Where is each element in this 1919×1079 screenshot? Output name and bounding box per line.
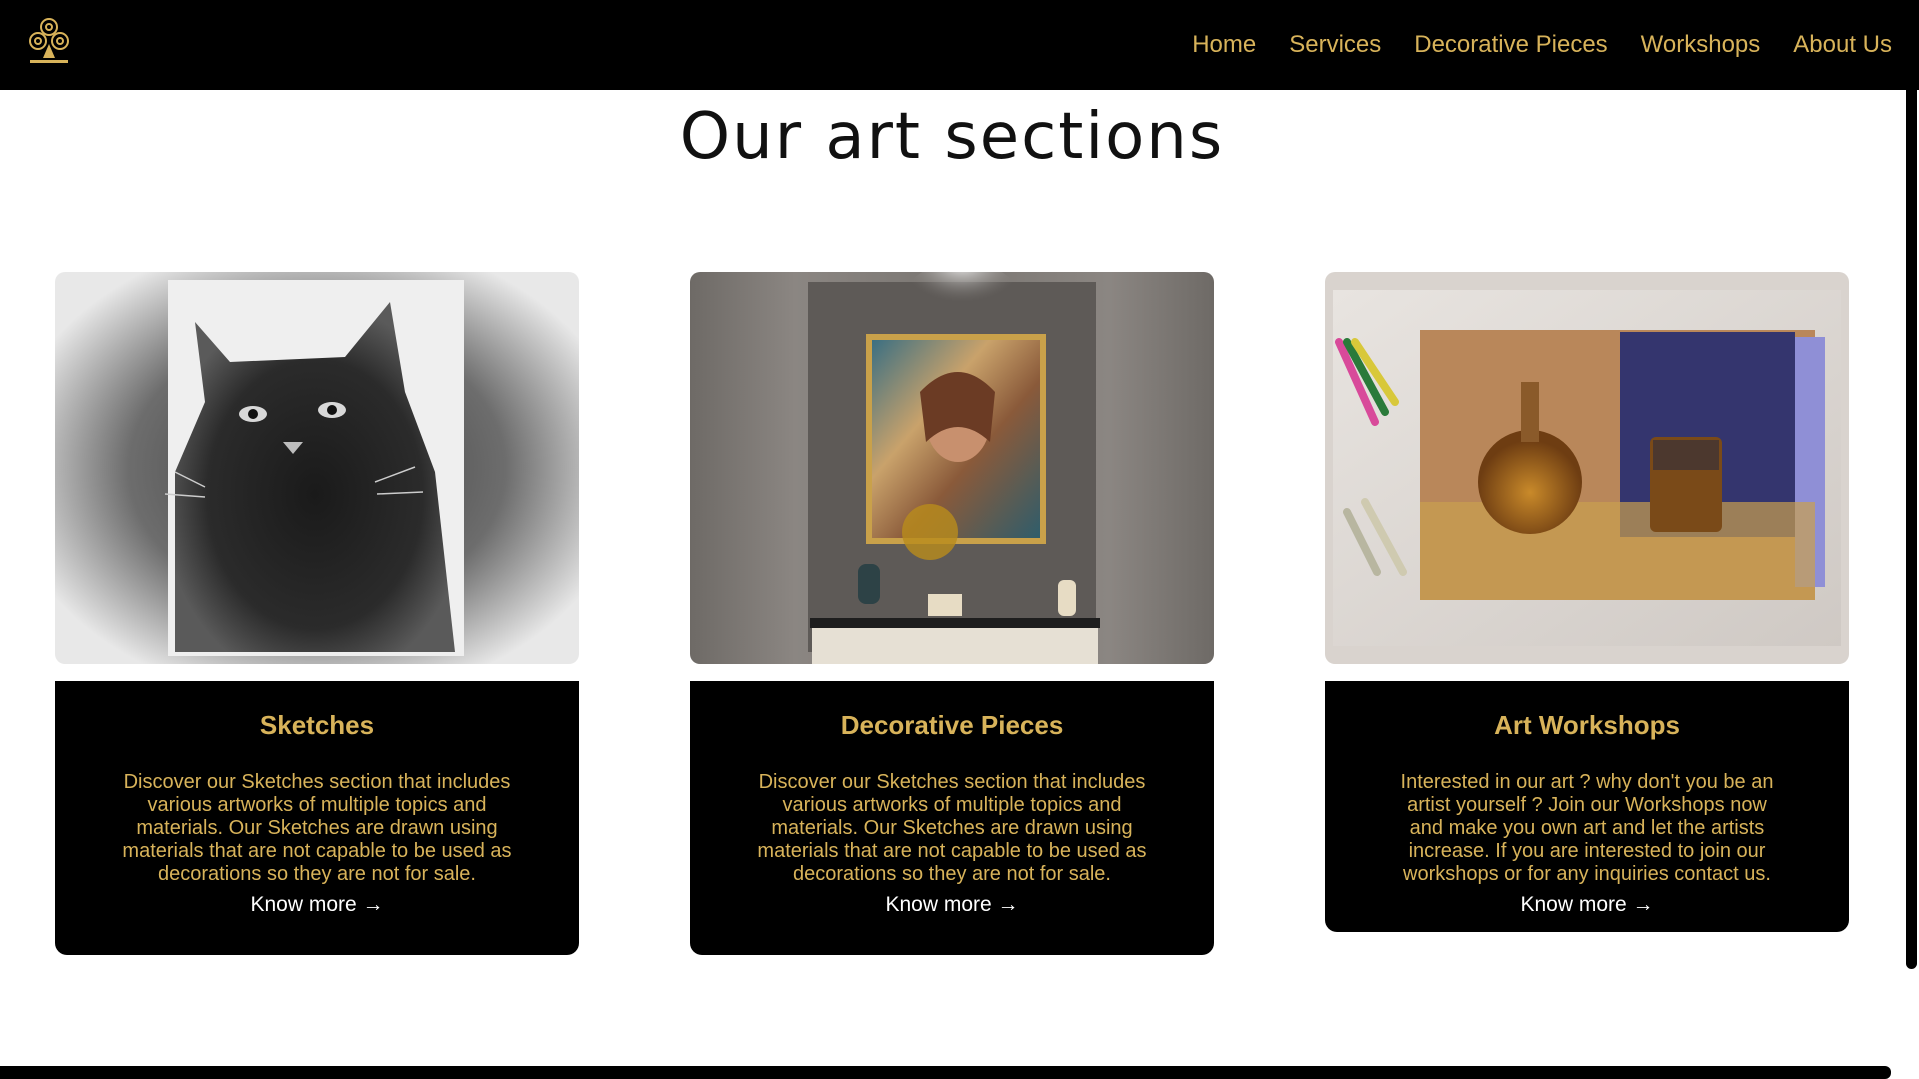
sketches-card: Sketches Discover our Sketches section t… [55,681,579,955]
sketches-card-image[interactable] [55,272,579,664]
sketches-card-description: Discover our Sketches section that inclu… [122,771,512,885]
horizontal-scrollbar[interactable] [0,1066,1891,1079]
art-workshops-card-image[interactable] [1325,272,1849,664]
decorative-pieces-card-image[interactable] [690,272,1214,664]
sketches-know-more-link[interactable]: Know more → [250,892,383,918]
nav-services-link[interactable]: Services [1289,30,1381,60]
nav-about-us-link[interactable]: About Us [1793,30,1892,60]
decorative-pieces-card-title: Decorative Pieces [840,710,1064,740]
club-emblem-logo-icon[interactable] [25,14,73,68]
page-title: Our art sections [679,100,1225,174]
page-scrollbar-thumb[interactable] [1906,90,1917,969]
decorative-pieces-know-more-link[interactable]: Know more → [885,892,1018,918]
nav-home-link[interactable]: Home [1192,30,1256,60]
main-nav: Home Services Decorative Pieces Workshop… [1192,30,1892,60]
art-workshops-card-description: Interested in our art ? why don't you be… [1400,771,1774,885]
nav-workshops-link[interactable]: Workshops [1641,30,1761,60]
sketches-card-title: Sketches [259,710,375,740]
decorative-pieces-card-description: Discover our Sketches section that inclu… [757,771,1147,885]
art-workshops-card: Art Workshops Interested in our art ? wh… [1325,681,1849,932]
decorative-pieces-card: Decorative Pieces Discover our Sketches … [690,681,1214,955]
nav-decorative-pieces-link[interactable]: Decorative Pieces [1414,30,1607,60]
art-workshops-know-more-link[interactable]: Know more → [1520,892,1653,918]
art-workshops-card-title: Art Workshops [1494,710,1680,740]
top-navbar: Home Services Decorative Pieces Workshop… [0,0,1919,90]
